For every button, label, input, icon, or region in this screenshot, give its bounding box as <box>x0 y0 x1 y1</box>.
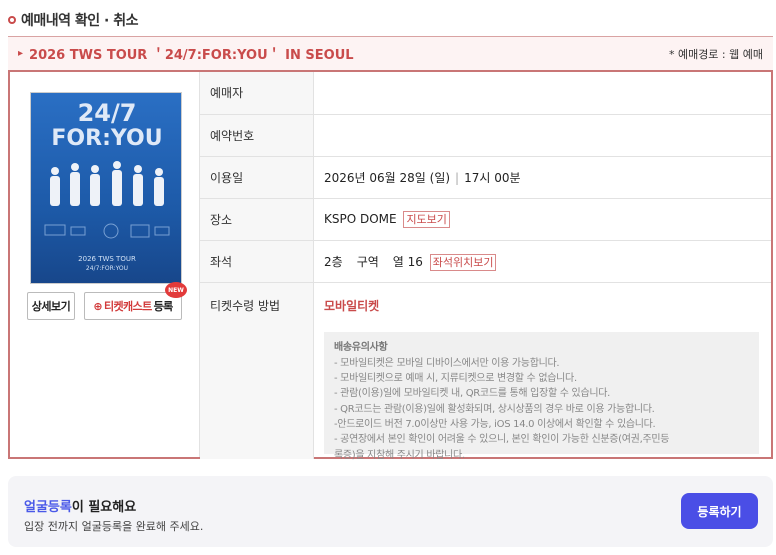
seat-row-number: 열 16 <box>392 254 423 269</box>
seat-label: 좌석 <box>200 240 314 283</box>
face-title-highlight: 얼굴등록 <box>24 500 72 515</box>
poster-column: 24/7 FOR:YOU 2026 TWS TOUR 24/7:FOR:YOU … <box>10 72 200 457</box>
booker-label: 예매자 <box>200 72 314 115</box>
notice-line: - 모바일티켓으로 예매 시, 지류티켓으로 변경할 수 없습니다. <box>334 373 577 385</box>
seat-floor: 2층 <box>324 254 343 269</box>
poster-headline-2: FOR:YOU <box>51 126 162 151</box>
seat-location-link[interactable]: 좌석위치보기 <box>429 253 497 271</box>
date-value: 2026년 06월 28일 (일) <box>324 170 451 185</box>
venue-value-cell: KSPO DOME 지도보기 <box>313 198 771 241</box>
notice-line: - 관람(이용)일에 모바일티켓 내, QR코드를 통해 입장할 수 있습니다. <box>334 388 611 400</box>
reservation-number-label: 예약번호 <box>200 114 314 157</box>
delivery-notice-box: 배송유의사항 - 모바일티켓은 모바일 디바이스에서만 이용 가능합니다. - … <box>324 331 759 461</box>
reservation-info-table: 예매자 예약번호 이용일 2026년 06월 28일 (일) | 17시 00분 장… <box>200 72 772 461</box>
date-label: 이용일 <box>200 156 314 199</box>
ticketcast-label: 티켓캐스트 <box>103 300 152 313</box>
date-row: 이용일 2026년 06월 28일 (일) | 17시 00분 <box>200 156 771 199</box>
page-header: 예매내역 확인 · 취소 <box>8 8 770 32</box>
notice-line: - QR코드는 관람(이용)일에 활성화되며, 상시상품의 경우 바로 이용 가… <box>334 403 655 415</box>
date-value-cell: 2026년 06월 28일 (일) | 17시 00분 <box>313 156 771 199</box>
face-registration-description: 입장 전까지 얼굴등록을 완료해 주세요. <box>24 520 204 533</box>
face-registration-title: 얼굴등록이 필요해요 <box>24 496 136 515</box>
notice-line: 록증)을 지참해 주시기 바랍니다. <box>334 449 465 461</box>
poster-caption-1: 2026 TWS TOUR <box>78 255 136 263</box>
poster-image: 24/7 FOR:YOU 2026 TWS TOUR 24/7:FOR:YOU <box>31 93 181 283</box>
reservation-number-row: 예약번호 <box>200 114 771 157</box>
booking-details-box: 24/7 FOR:YOU 2026 TWS TOUR 24/7:FOR:YOU … <box>8 70 773 461</box>
booker-row: 예매자 <box>200 72 771 115</box>
receive-method-value: 모바일티켓 <box>324 298 380 313</box>
event-poster: 24/7 FOR:YOU 2026 TWS TOUR 24/7:FOR:YOU <box>30 92 182 284</box>
notice-line: -안드로이드 버전 7.0이상만 사용 가능, iOS 14.0 이상에서 확인… <box>334 418 656 430</box>
receive-method-row: 티켓수령 방법 모바일티켓 배송유의사항 - 모바일티켓은 모바일 디바이스에서… <box>200 282 772 461</box>
detail-view-button[interactable]: 상세보기 <box>27 292 75 320</box>
receive-method-label: 티켓수령 방법 <box>200 282 314 459</box>
venue-row: 장소 KSPO DOME 지도보기 <box>200 198 771 241</box>
venue-value: KSPO DOME <box>324 212 397 226</box>
notice-title: 배송유의사항 <box>334 341 388 353</box>
ticketcast-suffix: 등록 <box>153 300 174 313</box>
poster-headline-1: 24/7 <box>78 99 137 127</box>
face-title-rest: 이 필요해요 <box>71 500 137 515</box>
page-title: 예매내역 확인 · 취소 <box>21 13 138 29</box>
time-value: 17시 00분 <box>464 170 521 185</box>
arrow-right-icon: ▸ <box>18 48 24 59</box>
notice-line: - 모바일티켓은 모바일 디바이스에서만 이용 가능합니다. <box>334 357 560 369</box>
new-badge: NEW <box>165 282 187 298</box>
seat-row: 좌석 2층 구역 열 16 좌석위치보기 <box>200 240 771 283</box>
venue-label: 장소 <box>200 198 314 241</box>
seat-value-cell: 2층 구역 열 16 좌석위치보기 <box>313 240 771 283</box>
notice-line: - 공연장에서 본인 확인이 어려울 수 있으니, 본인 확인이 가능한 신분증… <box>334 434 670 446</box>
reservation-number-value <box>313 114 771 157</box>
event-bar: ▸ 2026 TWS TOUR ＇24/7:FOR:YOU＇ IN SEOUL … <box>8 36 773 70</box>
booking-route-note: * 예매경로 : 웹 예매 <box>668 47 763 61</box>
register-face-button[interactable]: 등록하기 <box>681 493 758 529</box>
divider: | <box>455 170 460 185</box>
map-view-link[interactable]: 지도보기 <box>403 211 450 228</box>
booker-value <box>313 72 771 115</box>
ring-bullet-icon <box>8 16 16 24</box>
event-title: 2026 TWS TOUR ＇24/7:FOR:YOU＇ IN SEOUL <box>29 48 354 63</box>
add-card-icon: ⊕ <box>93 299 102 313</box>
poster-caption-2: 24/7:FOR:YOU <box>86 265 128 272</box>
seat-zone: 구역 <box>356 254 379 269</box>
face-registration-section: 얼굴등록이 필요해요 입장 전까지 얼굴등록을 완료해 주세요. 등록하기 <box>8 476 773 547</box>
receive-method-cell: 모바일티켓 배송유의사항 - 모바일티켓은 모바일 디바이스에서만 이용 가능합… <box>314 282 772 461</box>
ticketcast-register-button[interactable]: ⊕ 티켓캐스트 등록 <box>84 292 182 320</box>
